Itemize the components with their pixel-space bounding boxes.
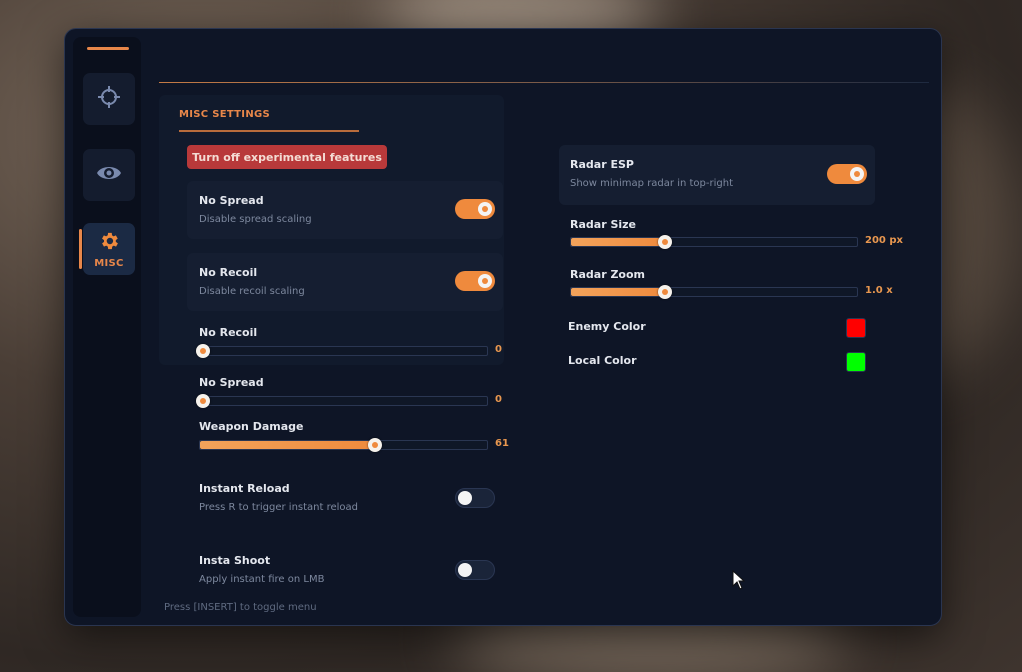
radar-zoom-value: 1.0 x xyxy=(865,285,893,296)
weapon-damage-value: 61 xyxy=(495,438,509,449)
sidebar-accent-bar xyxy=(87,47,129,50)
enemy-color-swatch[interactable] xyxy=(846,318,866,338)
no-spread-value: 0 xyxy=(495,394,502,405)
gear-icon xyxy=(98,230,120,256)
radar-size-label: Radar Size xyxy=(570,218,636,231)
no-spread-label: No Spread xyxy=(199,194,264,207)
no-recoil-value: 0 xyxy=(495,344,502,355)
radar-size-slider[interactable] xyxy=(570,235,858,249)
instant-reload-label: Instant Reload xyxy=(199,482,290,495)
nav-visuals-button[interactable] xyxy=(83,149,135,201)
local-color-swatch[interactable] xyxy=(846,352,866,372)
cheat-menu-window: MISC MISC SETTINGS Turn off experimental… xyxy=(64,28,942,626)
no-recoil-slider-label: No Recoil xyxy=(199,326,258,339)
radar-esp-label: Radar ESP xyxy=(570,158,634,171)
nav-aim-button[interactable] xyxy=(83,73,135,125)
eye-icon xyxy=(96,162,122,188)
no-recoil-desc: Disable recoil scaling xyxy=(199,286,305,297)
radar-zoom-slider[interactable] xyxy=(570,285,858,299)
instant-reload-toggle[interactable] xyxy=(455,488,495,508)
no-spread-slider[interactable] xyxy=(196,394,488,408)
radar-size-value: 200 px xyxy=(865,235,903,246)
local-color-label: Local Color xyxy=(568,354,637,367)
section-underline xyxy=(179,130,359,132)
nav-misc-button[interactable]: MISC xyxy=(79,223,135,275)
weapon-damage-label: Weapon Damage xyxy=(199,420,304,433)
insta-shoot-desc: Apply instant fire on LMB xyxy=(199,574,325,585)
weapon-damage-slider[interactable] xyxy=(199,438,488,452)
no-spread-toggle[interactable] xyxy=(455,199,495,219)
nav-misc-label: MISC xyxy=(94,257,124,269)
no-recoil-card: No Recoil Disable recoil scaling xyxy=(187,253,503,311)
disable-experimental-button[interactable]: Turn off experimental features xyxy=(187,145,387,169)
enemy-color-label: Enemy Color xyxy=(568,320,646,333)
no-recoil-toggle[interactable] xyxy=(455,271,495,291)
mouse-cursor-icon xyxy=(732,569,746,594)
insta-shoot-toggle[interactable] xyxy=(455,560,495,580)
instant-reload-desc: Press R to trigger instant reload xyxy=(199,502,359,513)
radar-esp-desc: Show minimap radar in top-right xyxy=(570,178,733,189)
no-spread-slider-label: No Spread xyxy=(199,376,264,389)
no-recoil-label: No Recoil xyxy=(199,266,258,279)
no-recoil-slider[interactable] xyxy=(196,344,488,358)
radar-esp-card: Radar ESP Show minimap radar in top-righ… xyxy=(559,145,875,205)
no-spread-card: No Spread Disable spread scaling xyxy=(187,181,503,239)
sidebar: MISC xyxy=(73,37,141,617)
footer-hint: Press [INSERT] to toggle menu xyxy=(164,602,317,613)
section-title: MISC SETTINGS xyxy=(179,109,270,120)
radar-esp-toggle[interactable] xyxy=(827,164,867,184)
insta-shoot-label: Insta Shoot xyxy=(199,554,271,567)
header-divider xyxy=(159,82,929,83)
radar-zoom-label: Radar Zoom xyxy=(570,268,645,281)
no-spread-desc: Disable spread scaling xyxy=(199,214,312,225)
crosshair-icon xyxy=(97,85,121,113)
